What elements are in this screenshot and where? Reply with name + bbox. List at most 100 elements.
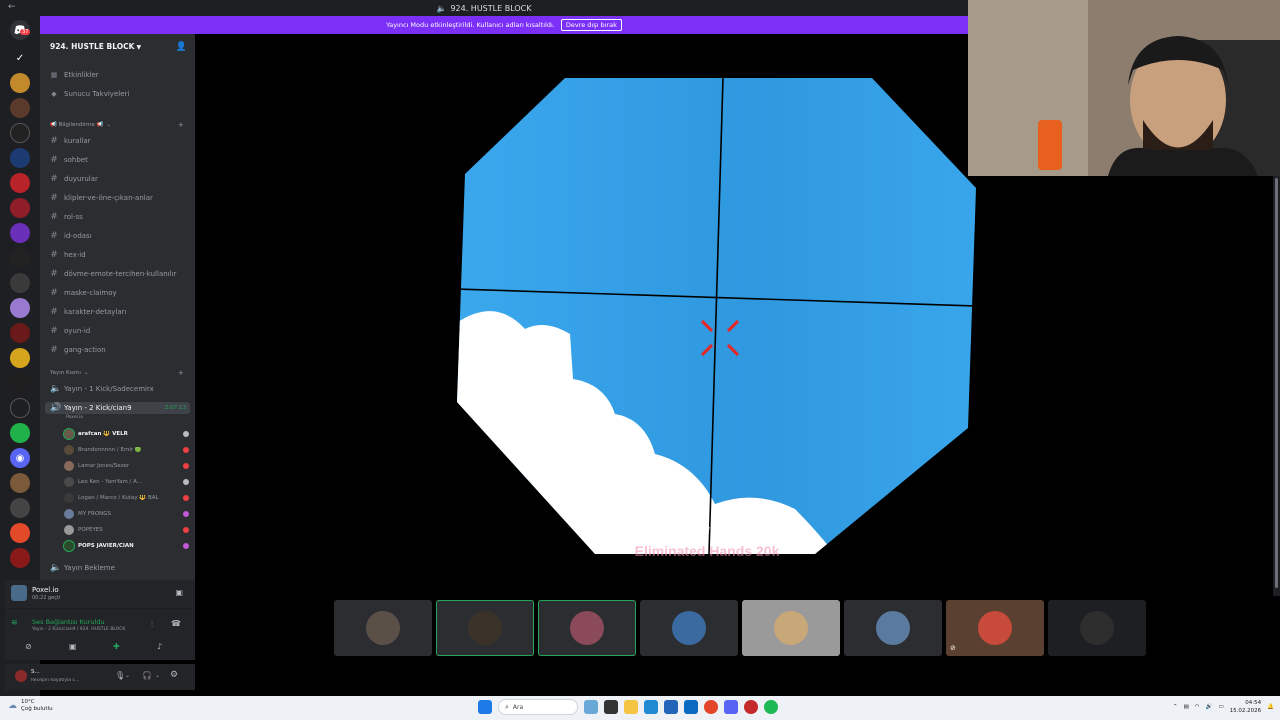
server-icon[interactable] [10,73,30,93]
text-channel[interactable]: # klipler-ve-öne-çıkan-anlar [50,192,190,204]
noise-suppression-icon[interactable]: ⫶ [151,620,153,630]
headphones-icon[interactable]: 🎧 [142,671,152,680]
server-name-header[interactable]: 924. HUSTLE BLOCK ▼ [50,42,141,51]
mail-icon[interactable] [684,700,698,714]
add-channel-icon[interactable]: + [178,369,184,377]
camera-off-icon[interactable]: ⊘ [25,642,32,651]
chevron-down-icon[interactable]: ⌄ [125,672,130,679]
voice-user[interactable]: POPEYES [64,524,189,535]
text-channel[interactable]: # duyurular [50,173,190,185]
voice-user[interactable]: MY FRONGS [64,508,189,519]
notification-bell-icon[interactable]: 🔔 [1267,704,1274,710]
discord-icon[interactable] [724,700,738,714]
server-icon[interactable] [10,473,30,493]
text-channel[interactable]: # sohbet [50,154,190,166]
server-icon[interactable] [10,548,30,568]
voice-channel-stream-1[interactable]: 🔈 Yayın - 1 Kick/Sadecemirx [50,383,190,395]
participant-tile[interactable] [640,600,738,656]
text-channel[interactable]: # rol-ss [50,211,190,223]
taskbar-app-icon[interactable] [584,700,598,714]
server-icon[interactable] [10,373,30,393]
taskbar-search[interactable]: ⌕ Ara [498,699,578,715]
scrollbar[interactable] [1273,176,1280,596]
server-icon[interactable] [10,273,30,293]
category-stream[interactable]: Yayın Kısmı ⌄ + [50,369,184,377]
server-icon[interactable] [10,423,30,443]
chevron-down-icon[interactable]: ⌄ [155,672,160,679]
server-icon[interactable] [10,98,30,118]
task-view-icon[interactable] [604,700,618,714]
start-windows-icon[interactable] [478,700,492,714]
voice-user[interactable]: Brandonnnnn / Emir 🟢 [64,444,189,455]
server-icon[interactable] [10,323,30,343]
participant-tile[interactable] [1048,600,1146,656]
server-icon[interactable] [10,498,30,518]
server-icon[interactable] [10,248,30,268]
sidebar-item-events[interactable]: ▦ Etkinlikler [50,69,99,81]
participant-tile[interactable] [334,600,432,656]
voice-channel-waiting[interactable]: 🔈 Yayın Bekleme [50,562,190,574]
edge-icon[interactable] [644,700,658,714]
participant-tile[interactable] [844,600,942,656]
server-icon[interactable] [10,148,30,168]
text-channel[interactable]: # maske-claimoy [50,287,190,299]
server-icon[interactable] [10,123,30,143]
spotify-icon[interactable] [764,700,778,714]
weather-widget[interactable]: ☁ 10°C Çoğ bulutlu [8,699,53,713]
calculator-icon[interactable] [664,700,678,714]
invite-icon[interactable]: 👤 [176,42,187,52]
screen-share-icon[interactable]: ▣ [69,642,77,651]
participant-tile[interactable]: ⊘ [946,600,1044,656]
server-icon[interactable] [10,198,30,218]
sidebar-item-boosts[interactable]: ◆ Sunucu Takviyeleri [50,88,129,100]
chrome-icon[interactable] [704,700,718,714]
participant-tile[interactable] [538,600,636,656]
voice-user[interactable]: POPS JAVIER/CİAN [63,539,189,552]
text-channel[interactable]: # hex-id [50,249,190,261]
disable-streamer-mode-button[interactable]: Devre dışı bırak [560,19,622,31]
network-icon[interactable]: ▤ [1184,704,1189,710]
voice-user[interactable]: Lamar Jones/Sezer [64,460,189,471]
text-channel[interactable]: # id-odası [50,230,190,242]
file-explorer-icon[interactable] [624,700,638,714]
voice-user[interactable]: Logan / Marco / Kutay 🔱 BAL [64,492,189,503]
back-arrow-icon[interactable]: ← [8,2,16,12]
battery-icon[interactable]: ▭ [1218,704,1223,710]
activity-panel[interactable]: Poxel.io 00:22 geçti ▣ [5,580,195,608]
add-channel-icon[interactable]: + [178,121,184,129]
participant-tile[interactable] [436,600,534,656]
disconnect-icon[interactable]: ☎ [171,619,181,628]
text-channel[interactable]: # karakter-detayları [50,306,190,318]
scrollbar-thumb[interactable] [1275,178,1278,588]
wifi-icon[interactable]: ◠ [1195,704,1200,710]
category-info[interactable]: 📢 Bilgilendirme 📢 ⌄ + [50,121,184,129]
soundboard-icon[interactable]: ♪ [157,642,162,651]
chevron-up-icon[interactable]: ⌃ [1173,704,1178,710]
text-channel[interactable]: # kurallar [50,135,190,147]
text-channel[interactable]: # dövme-emote-tercihen-kullanılır [50,268,190,280]
server-icon[interactable] [10,173,30,193]
status-badge-icon [183,526,189,533]
participant-tile[interactable] [742,600,840,656]
server-icon-checkmark[interactable]: ✓ [10,48,30,68]
text-channel[interactable]: # gang-action [50,344,190,356]
server-icon[interactable] [10,223,30,243]
clock[interactable]: 04:54 15.02.2026 [1230,699,1262,715]
voice-channel-stream-2[interactable]: 🔊 Yayın - 2 Kick/cian9 2:07:13 [45,402,190,414]
server-icon[interactable] [10,298,30,318]
voice-user[interactable]: arafcan 🔱 VELR [63,427,189,440]
microphone-icon[interactable]: 🎙 [115,671,125,680]
server-icon[interactable] [10,348,30,368]
text-channel[interactable]: # oyun-id [50,325,190,337]
volume-icon[interactable]: 🔊 [1206,704,1213,710]
voice-user[interactable]: Leo Ken - YamYam / A... [64,476,189,487]
activity-menu-icon[interactable]: ▣ [175,588,183,597]
activities-icon[interactable]: ✚ [113,642,120,651]
server-icon-discord[interactable]: ◉ [10,448,30,468]
server-icon[interactable] [10,523,30,543]
voice-user-name: POPEYES [78,526,103,533]
server-icon[interactable] [10,398,30,418]
settings-gear-icon[interactable]: ⚙ [170,670,178,680]
avatar[interactable] [15,670,27,682]
taskbar-app-icon[interactable] [744,700,758,714]
